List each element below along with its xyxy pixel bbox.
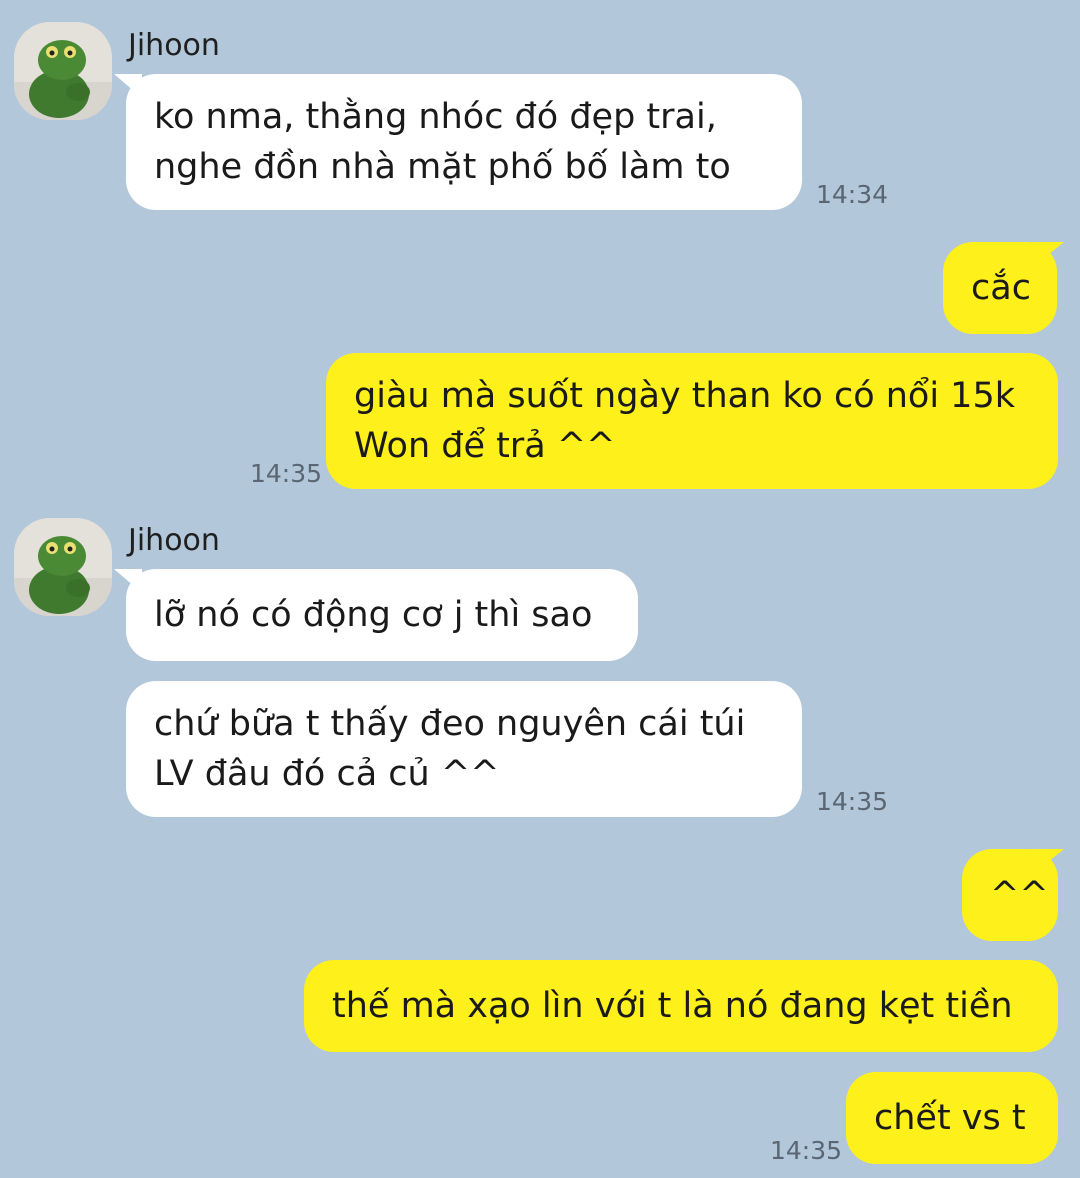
message-timestamp: 14:34 [816,180,889,209]
avatar[interactable] [14,22,112,120]
message-bubble[interactable]: thế mà xạo lìn với t là nó đang kẹt tiền [304,960,1058,1052]
message-bubble[interactable]: lỡ nó có động cơ j thì sao [126,569,638,661]
message-bubble[interactable]: chứ bữa t thấy đeo nguyên cái túi LV đâu… [126,681,802,817]
message-timestamp: 14:35 [250,459,323,488]
sender-name: Jihoon [128,28,220,63]
sender-name: Jihoon [128,523,220,558]
message-timestamp: 14:35 [816,787,889,816]
avatar[interactable] [14,518,112,616]
message-bubble[interactable]: ^^ [962,849,1058,941]
frog-avatar-icon [14,518,112,616]
message-bubble[interactable]: giàu mà suốt ngày than ko có nổi 15k Won… [326,353,1058,489]
message-bubble[interactable]: chết vs t [846,1072,1058,1164]
message-bubble[interactable]: ko nma, thằng nhóc đó đẹp trai, nghe đồn… [126,74,802,210]
message-bubble[interactable]: cắc [943,242,1057,334]
message-timestamp: 14:35 [770,1136,843,1165]
frog-avatar-icon [14,22,112,120]
